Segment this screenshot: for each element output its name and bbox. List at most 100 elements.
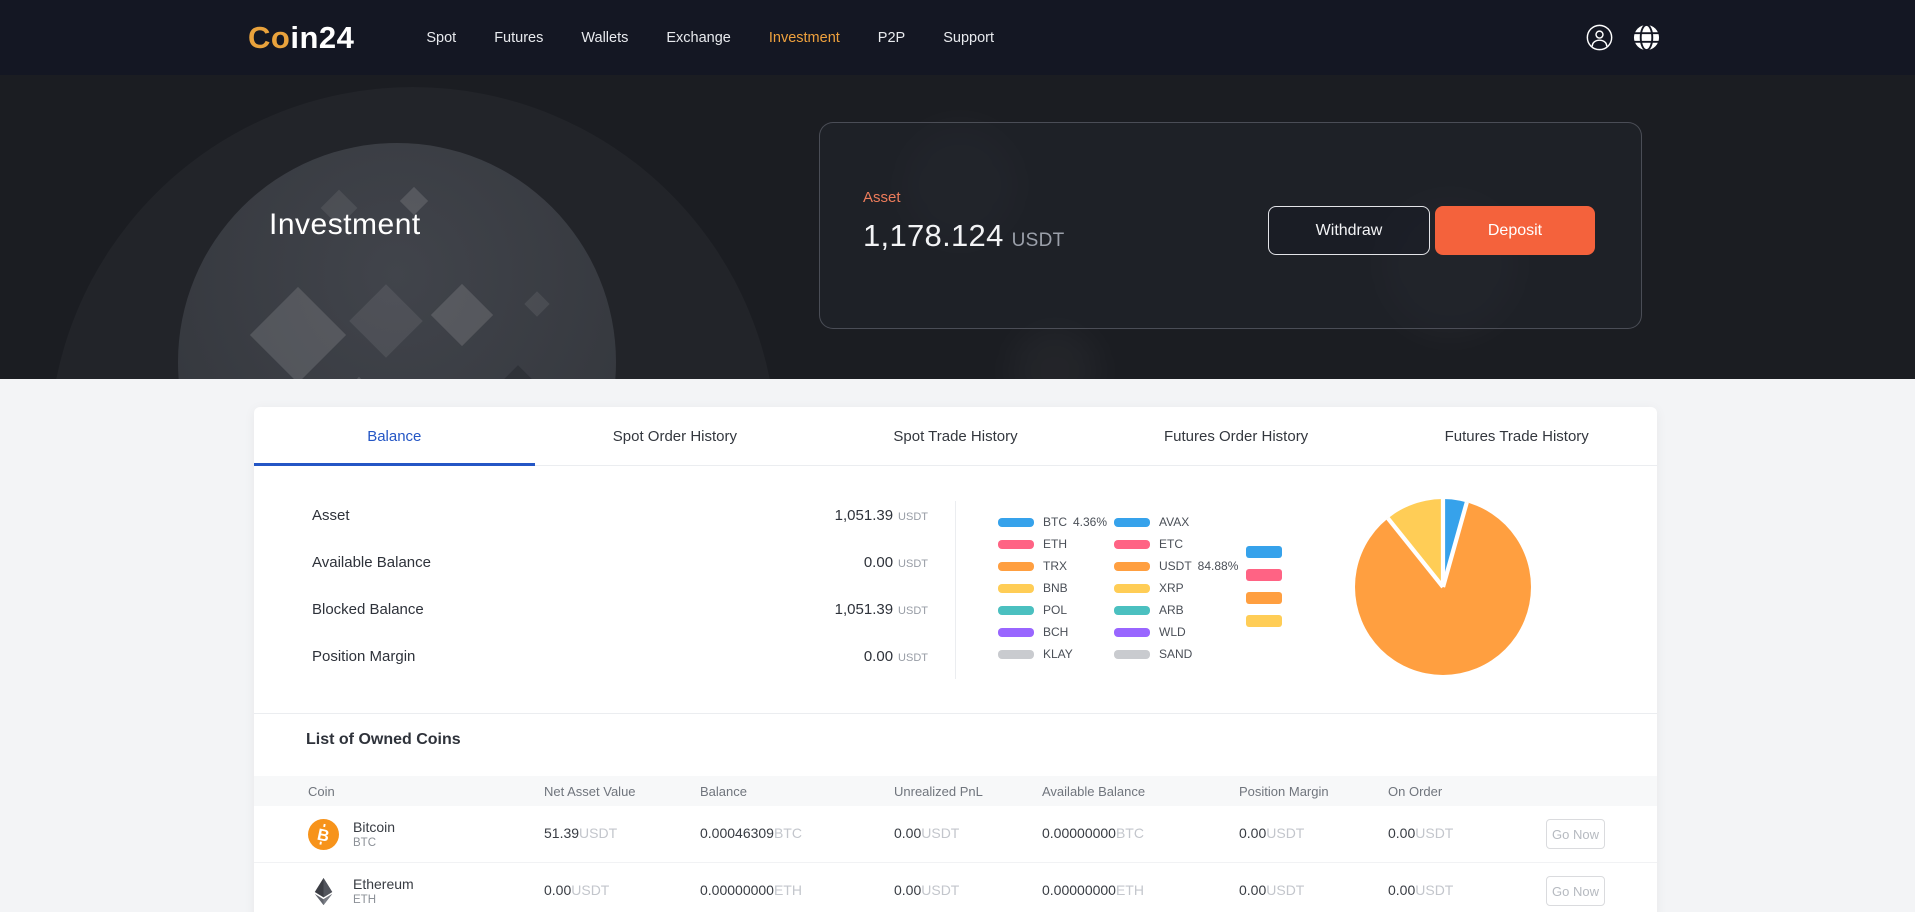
legend-swatch[interactable] <box>1246 546 1282 558</box>
cell-net-asset-value: 0.00USDT <box>544 882 700 900</box>
legend-swatch[interactable] <box>1246 615 1282 627</box>
section-divider <box>254 713 1657 714</box>
balance-label: Available Balance <box>312 554 431 571</box>
asset-amount: 1,178.124USDT <box>863 218 1065 254</box>
balance-row-asset: Asset 1,051.39USDT <box>312 507 928 533</box>
pie-legend-column-2: AVAX ETC USDT 84.88% XRP ARB WLD SAND <box>1114 511 1238 665</box>
legend-item-btc[interactable]: BTC4.36% <box>998 511 1107 533</box>
legend-swatch <box>998 628 1034 637</box>
legend-percent: 84.88% <box>1198 559 1239 573</box>
legend-item-avax[interactable]: AVAX <box>1114 511 1238 533</box>
nav-item-investment[interactable]: Investment <box>769 30 840 46</box>
pie-legend-mini-swatches <box>1246 546 1282 627</box>
table-row-ethereum: Ethereum ETH 0.00USDT 0.00000000ETH 0.00… <box>254 863 1657 912</box>
coin-cell: Ethereum ETH <box>308 876 544 907</box>
cell-balance: 0.00046309BTC <box>700 825 894 843</box>
legend-item-sand[interactable]: SAND <box>1114 643 1238 665</box>
asset-label: Asset <box>863 189 1065 206</box>
tab-futures-trade-history[interactable]: Futures Trade History <box>1376 407 1657 465</box>
tab-futures-order-history[interactable]: Futures Order History <box>1096 407 1377 465</box>
coin-cell: B Bitcoin BTC <box>308 819 544 850</box>
legend-label: USDT <box>1159 559 1192 573</box>
nav-item-support[interactable]: Support <box>943 30 994 46</box>
legend-swatch <box>1114 606 1150 615</box>
tab-bar: Balance Spot Order History Spot Trade Hi… <box>254 407 1657 466</box>
cell-unrealized-pnl: 0.00USDT <box>894 882 1042 900</box>
legend-swatch <box>998 562 1034 571</box>
nav-item-spot[interactable]: Spot <box>426 30 456 46</box>
tab-balance[interactable]: Balance <box>254 407 535 465</box>
balance-row-available: Available Balance 0.00USDT <box>312 554 928 580</box>
balance-value: 0.00USDT <box>864 554 928 571</box>
legend-swatch <box>998 518 1034 527</box>
brand-logo[interactable]: Coin24 <box>248 20 354 56</box>
legend-item-eth[interactable]: ETH <box>998 533 1107 555</box>
legend-item-xrp[interactable]: XRP <box>1114 577 1238 599</box>
column-net-asset-value: Net Asset Value <box>544 784 700 799</box>
balance-summary: Asset 1,051.39USDT Available Balance 0.0… <box>312 507 928 695</box>
coin-symbol: ETH <box>353 894 414 906</box>
legend-swatch <box>1114 518 1150 527</box>
legend-item-etc[interactable]: ETC <box>1114 533 1238 555</box>
column-available-balance: Available Balance <box>1042 784 1239 799</box>
legend-swatch <box>1114 650 1150 659</box>
globe-icon[interactable] <box>1633 24 1660 51</box>
pie-legend-column-1: BTC4.36% ETH TRX BNB POL BCH KLAY <box>998 511 1107 665</box>
legend-swatch <box>1114 628 1150 637</box>
go-now-button[interactable]: Go Now <box>1546 876 1605 906</box>
column-coin: Coin <box>308 784 544 799</box>
legend-swatch[interactable] <box>1246 569 1282 581</box>
nav-item-p2p[interactable]: P2P <box>878 30 905 46</box>
legend-label: WLD <box>1159 625 1186 639</box>
legend-swatch <box>998 584 1034 593</box>
cell-on-order: 0.00USDT <box>1388 882 1546 900</box>
coin-name: Bitcoin <box>353 819 395 835</box>
legend-label: BTC <box>1043 515 1067 529</box>
tab-spot-trade-history[interactable]: Spot Trade History <box>815 407 1096 465</box>
legend-label: KLAY <box>1043 647 1073 661</box>
nav-item-wallets[interactable]: Wallets <box>581 30 628 46</box>
legend-label: BCH <box>1043 625 1068 639</box>
legend-item-pol[interactable]: POL <box>998 599 1107 621</box>
column-balance: Balance <box>700 784 894 799</box>
legend-swatch[interactable] <box>1246 592 1282 604</box>
deposit-button[interactable]: Deposit <box>1435 206 1595 255</box>
balance-value: 1,051.39USDT <box>835 601 928 618</box>
coins-table-header: Coin Net Asset Value Balance Unrealized … <box>254 776 1657 806</box>
top-navbar: Coin24 Spot Futures Wallets Exchange Inv… <box>0 0 1915 75</box>
balance-label: Blocked Balance <box>312 601 424 618</box>
legend-label: XRP <box>1159 581 1184 595</box>
page-title: Investment <box>269 208 421 242</box>
go-now-button[interactable]: Go Now <box>1546 819 1605 849</box>
hero-glow <box>1010 325 1100 379</box>
cell-unrealized-pnl: 0.00USDT <box>894 825 1042 843</box>
hero-banner: Investment Asset 1,178.124USDT Withdraw … <box>0 75 1915 379</box>
main-nav: Spot Futures Wallets Exchange Investment… <box>426 30 994 46</box>
content-card: Balance Spot Order History Spot Trade Hi… <box>254 407 1657 912</box>
legend-item-klay[interactable]: KLAY <box>998 643 1107 665</box>
legend-item-bch[interactable]: BCH <box>998 621 1107 643</box>
legend-swatch <box>998 606 1034 615</box>
cell-net-asset-value: 51.39USDT <box>544 825 700 843</box>
owned-coins-title: List of Owned Coins <box>306 731 461 749</box>
withdraw-button[interactable]: Withdraw <box>1268 206 1430 255</box>
legend-item-trx[interactable]: TRX <box>998 555 1107 577</box>
legend-label: SAND <box>1159 647 1192 661</box>
nav-item-futures[interactable]: Futures <box>494 30 543 46</box>
column-on-order: On Order <box>1388 784 1546 799</box>
coin-name: Ethereum <box>353 876 414 892</box>
tab-spot-order-history[interactable]: Spot Order History <box>535 407 816 465</box>
legend-item-wld[interactable]: WLD <box>1114 621 1238 643</box>
logo-suffix: in24 <box>290 20 354 55</box>
cell-on-order: 0.00USDT <box>1388 825 1546 843</box>
legend-swatch <box>1114 584 1150 593</box>
legend-item-bnb[interactable]: BNB <box>998 577 1107 599</box>
legend-item-arb[interactable]: ARB <box>1114 599 1238 621</box>
asset-amount-value: 1,178.124 <box>863 218 1004 253</box>
legend-swatch <box>1114 540 1150 549</box>
column-unrealized-pnl: Unrealized PnL <box>894 784 1042 799</box>
user-icon[interactable] <box>1586 24 1613 51</box>
legend-item-usdt[interactable]: USDT 84.88% <box>1114 555 1238 577</box>
nav-item-exchange[interactable]: Exchange <box>666 30 731 46</box>
balance-row-position-margin: Position Margin 0.00USDT <box>312 648 928 674</box>
